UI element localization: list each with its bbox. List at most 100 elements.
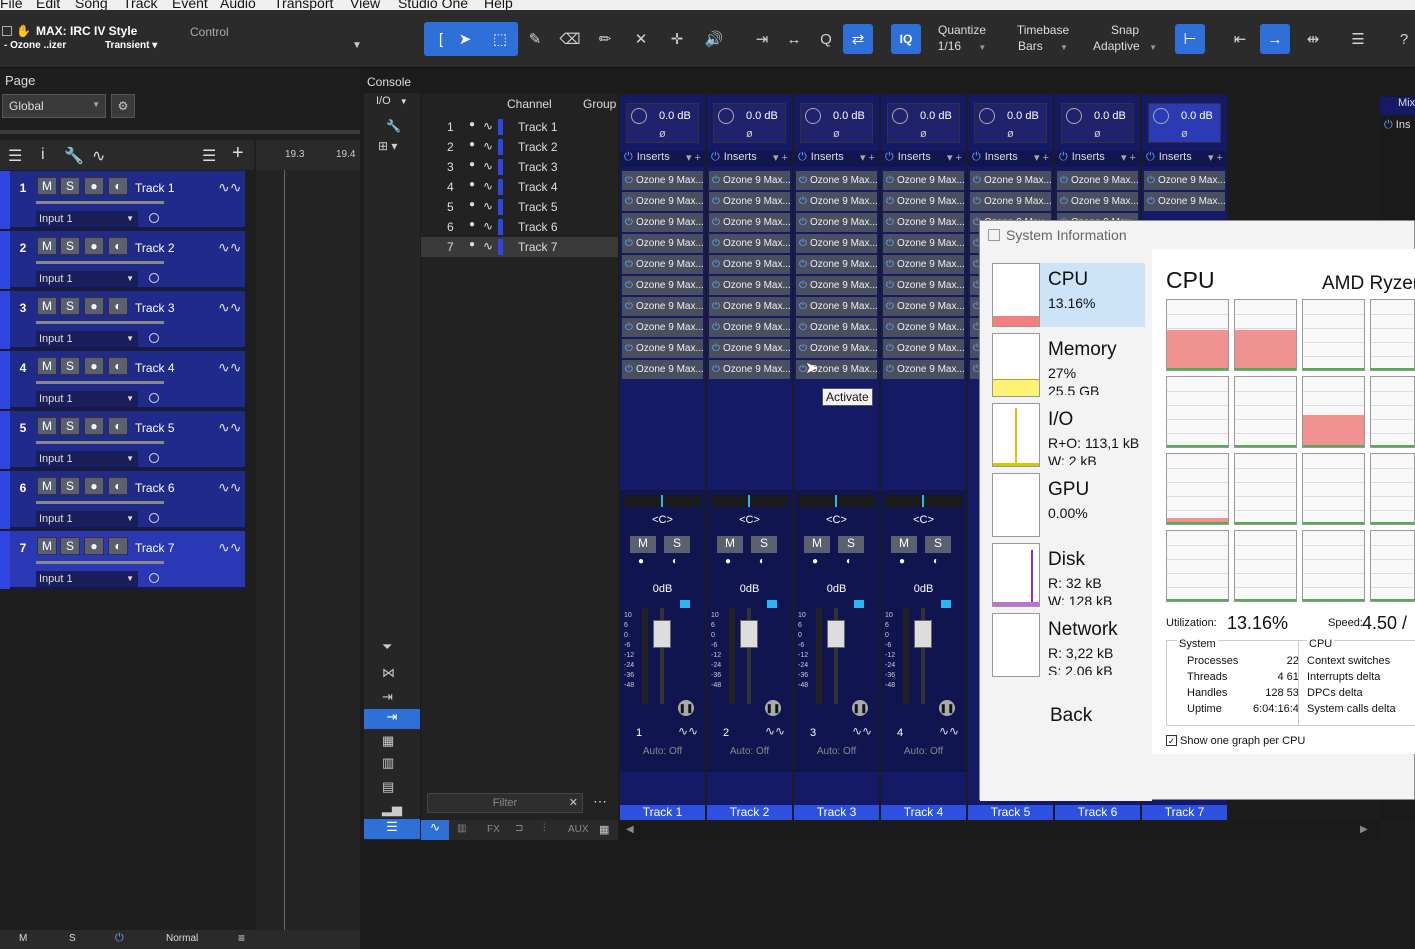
strip-name[interactable]: Track 3 bbox=[794, 805, 879, 820]
automation-icon[interactable]: ∿ bbox=[92, 146, 105, 166]
insert-slot[interactable]: Ozone 9 Max... bbox=[883, 339, 964, 358]
monitor-icon[interactable]: ◐ bbox=[933, 556, 939, 567]
solo-button[interactable]: S bbox=[60, 477, 80, 495]
insert-slot[interactable]: Ozone 9 Max... bbox=[709, 171, 790, 190]
more-icon[interactable]: ⋯ bbox=[593, 793, 607, 810]
insert-slot[interactable]: Ozone 9 Max... bbox=[709, 339, 790, 358]
insert-slot[interactable]: Ozone 9 Max... bbox=[796, 213, 877, 232]
inserts-header[interactable]: ⏻ Inserts ▾ + bbox=[707, 151, 792, 167]
iq-button[interactable]: IQ bbox=[891, 24, 921, 54]
volume-slider[interactable] bbox=[36, 201, 164, 204]
insert-slot[interactable]: Ozone 9 Max... bbox=[796, 255, 877, 274]
automation-mode[interactable]: Auto: Off bbox=[881, 746, 966, 757]
insert-slot[interactable]: Ozone 9 Max... bbox=[1057, 171, 1138, 190]
waveform-icon[interactable]: ∿∿ bbox=[218, 479, 241, 496]
insert-slot[interactable]: Ozone 9 Max... bbox=[709, 276, 790, 295]
mute-button[interactable]: M bbox=[804, 536, 830, 553]
help-button[interactable]: ? bbox=[1389, 24, 1415, 54]
visible-dot-icon[interactable]: ● bbox=[469, 139, 475, 150]
waveform-icon[interactable]: ∿∿ bbox=[218, 179, 241, 196]
input-dropdown[interactable]: Input 1 ▼ bbox=[36, 511, 138, 527]
listen-icon[interactable]: 🔊 bbox=[699, 24, 729, 54]
phase-icon[interactable]: ø bbox=[920, 128, 927, 140]
automation-mode[interactable]: Auto: Off bbox=[707, 746, 792, 757]
track-header[interactable]: 6 M S ● ◐ Track 6 ∿∿ Input 1 ▼ bbox=[0, 471, 245, 529]
stack-icon[interactable]: ▤ bbox=[382, 779, 394, 795]
insert-slot[interactable]: Ozone 9 Max... bbox=[970, 192, 1051, 211]
mute-button[interactable]: M bbox=[717, 536, 743, 553]
record-mode-icon[interactable] bbox=[149, 513, 159, 523]
channel-row[interactable]: 5 ● ∿ Track 5 bbox=[421, 197, 618, 217]
scroll-right-icon[interactable]: ▶ bbox=[1360, 824, 1368, 835]
mute-button[interactable]: M bbox=[37, 237, 57, 255]
quantize-q-icon[interactable]: Q bbox=[811, 24, 841, 54]
input-dropdown[interactable]: Input 1 ▼ bbox=[36, 331, 138, 347]
mute-button[interactable]: M bbox=[630, 536, 656, 553]
waveform-tab-icon[interactable]: ∿ bbox=[421, 820, 449, 840]
filter-input[interactable]: Filter ✕ bbox=[427, 793, 583, 813]
mute-button[interactable]: M bbox=[37, 537, 57, 555]
monitor-icon[interactable]: ◐ bbox=[108, 417, 128, 435]
io-dropdown[interactable]: I/O ▼ bbox=[364, 95, 420, 113]
grid-icon[interactable]: ▦ bbox=[599, 823, 609, 836]
volume-slider[interactable] bbox=[36, 561, 164, 564]
mix-inserts[interactable]: ⏻ Ins bbox=[1384, 119, 1410, 132]
monitor-icon[interactable]: ◐ bbox=[672, 556, 678, 567]
timebase-dropdown[interactable]: Bars ▼ bbox=[1008, 39, 1078, 53]
snap-between-icon[interactable]: ↔ bbox=[779, 24, 809, 54]
insert-slot[interactable]: Ozone 9 Max... bbox=[883, 171, 964, 190]
automation-mode[interactable]: Auto: Off bbox=[620, 746, 705, 757]
record-mode-icon[interactable] bbox=[149, 213, 159, 223]
insert-slot[interactable]: Ozone 9 Max... bbox=[622, 360, 703, 379]
pause-icon[interactable]: ❚❚ bbox=[852, 700, 868, 716]
insert-slot[interactable]: Ozone 9 Max... bbox=[883, 192, 964, 211]
channel-row[interactable]: 4 ● ∿ Track 4 bbox=[421, 177, 618, 197]
volume-box[interactable]: 0.0 dB ø bbox=[800, 103, 873, 143]
track-header[interactable]: 2 M S ● ◐ Track 2 ∿∿ Input 1 ▼ bbox=[0, 231, 245, 289]
console-scrollbar[interactable]: ◀ ▶ bbox=[620, 822, 1380, 840]
volume-slider[interactable] bbox=[36, 441, 164, 444]
pan-bar[interactable] bbox=[885, 495, 962, 507]
split-tool-icon[interactable]: ✎ bbox=[520, 24, 550, 54]
insert-slot[interactable]: Ozone 9 Max... bbox=[709, 360, 790, 379]
gpu-item[interactable]: GPU 0.00% bbox=[992, 473, 1145, 539]
volume-fader[interactable] bbox=[827, 620, 845, 648]
waveform-icon[interactable]: ∿∿ bbox=[218, 419, 241, 436]
bend-tool-icon[interactable]: ✛ bbox=[662, 24, 692, 54]
layout-icon[interactable]: ☰ bbox=[1343, 24, 1373, 54]
volume-box[interactable]: 0.0 dB ø bbox=[626, 103, 699, 143]
solo-button[interactable]: S bbox=[60, 417, 80, 435]
inserts-header[interactable]: ⏻ Inserts ▾ + bbox=[881, 151, 966, 167]
snap-start-icon[interactable]: ⇥ bbox=[747, 24, 777, 54]
loop-left-icon[interactable]: ⇤ bbox=[1225, 24, 1255, 54]
insert-slot[interactable]: Ozone 9 Max... bbox=[709, 213, 790, 232]
mute-button[interactable]: M bbox=[37, 477, 57, 495]
insert-slot[interactable]: Ozone 9 Max... bbox=[622, 171, 703, 190]
knob-icon[interactable] bbox=[805, 108, 821, 124]
channel-row[interactable]: 6 ● ∿ Track 6 bbox=[421, 217, 618, 237]
record-arm-icon[interactable]: ● bbox=[84, 357, 104, 375]
input-dropdown[interactable]: Input 1 ▼ bbox=[36, 571, 138, 587]
solo-button[interactable]: S bbox=[925, 536, 951, 553]
menu-studio-one[interactable]: Studio One bbox=[398, 0, 468, 10]
menu-view[interactable]: View bbox=[350, 0, 380, 10]
strip-name[interactable]: Track 7 bbox=[1142, 805, 1227, 820]
record-arm-icon[interactable]: ● bbox=[84, 297, 104, 315]
pause-icon[interactable]: ❚❚ bbox=[678, 700, 694, 716]
inserts-header[interactable]: ⏻ Inserts ▾ + bbox=[620, 151, 705, 167]
knob-icon[interactable] bbox=[892, 108, 908, 124]
eraser-icon[interactable]: ⌫ bbox=[555, 24, 585, 54]
record-icon[interactable]: ● bbox=[899, 556, 905, 567]
fx-tab[interactable]: FX bbox=[487, 824, 500, 835]
record-arm-icon[interactable]: ● bbox=[84, 537, 104, 555]
insert-slot[interactable]: Ozone 9 Max... bbox=[622, 339, 703, 358]
solo-button[interactable]: S bbox=[664, 536, 690, 553]
a-icon[interactable] bbox=[2, 26, 12, 36]
list-icon[interactable]: ☰ bbox=[8, 146, 22, 166]
knob-icon[interactable] bbox=[1153, 108, 1169, 124]
preset-title[interactable]: MAX: IRC IV Style bbox=[36, 24, 137, 38]
visible-dot-icon[interactable]: ● bbox=[469, 179, 475, 190]
track-name[interactable]: Track 2 bbox=[135, 241, 175, 255]
record-arm-icon[interactable]: ● bbox=[84, 177, 104, 195]
monitor-icon[interactable]: ◐ bbox=[108, 237, 128, 255]
